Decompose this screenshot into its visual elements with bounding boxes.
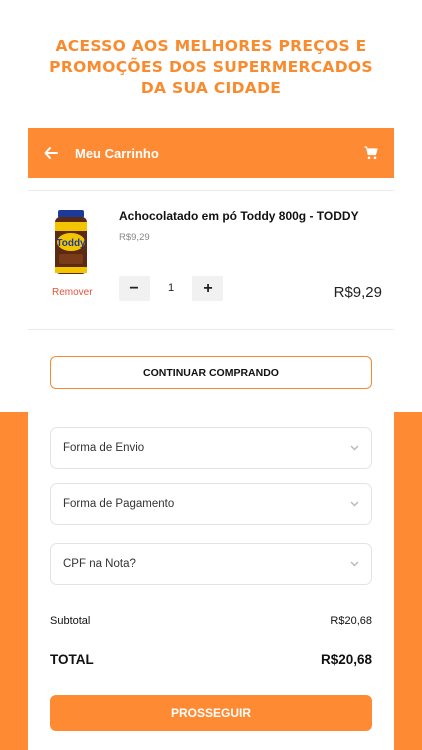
chevron-down-icon — [350, 501, 359, 507]
divider — [28, 329, 394, 330]
chevron-down-icon — [350, 561, 359, 567]
divider — [28, 190, 394, 191]
product-brand-logo: Toddy — [56, 238, 86, 249]
unit-price: R$9,29 — [119, 232, 150, 243]
quantity-stepper: − 1 + — [119, 276, 223, 301]
app-bar: Meu Carrinho — [28, 128, 394, 178]
cpf-select-label: CPF na Nota? — [63, 558, 136, 570]
item-total: R$9,29 — [333, 284, 382, 301]
cpf-select[interactable]: CPF na Nota? — [50, 543, 372, 585]
page-title: Meu Carrinho — [75, 146, 159, 161]
promo-headline: ACESSO AOS MELHORES PREÇOS E PROMOÇÕES D… — [0, 36, 422, 99]
proceed-button[interactable]: PROSSEGUIR — [50, 695, 372, 731]
product-name: Achocolatado em pó Toddy 800g - TODDY — [119, 209, 359, 223]
arrow-left-icon[interactable] — [44, 145, 58, 161]
payment-select[interactable]: Forma de Pagamento — [50, 483, 372, 525]
shipping-select-label: Forma de Envio — [63, 442, 145, 454]
remove-link[interactable]: Remover — [52, 287, 93, 298]
payment-select-label: Forma de Pagamento — [63, 498, 175, 510]
total-value: R$20,68 — [320, 652, 372, 667]
decrement-button[interactable]: − — [119, 276, 149, 301]
continue-shopping-button[interactable]: CONTINUAR COMPRANDO — [50, 356, 372, 389]
chevron-down-icon — [350, 445, 359, 451]
shopping-cart-icon[interactable] — [364, 146, 378, 160]
promo-line-1: ACESSO AOS MELHORES PREÇOS E — [55, 37, 367, 55]
cart-screen: Meu Carrinho Toddy Remover Achocolatado … — [28, 128, 394, 750]
shipping-select[interactable]: Forma de Envio — [50, 427, 372, 469]
total-label: TOTAL — [50, 652, 94, 667]
promo-line-3: DA SUA CIDADE — [140, 79, 282, 97]
subtotal-label: Subtotal — [50, 615, 91, 627]
increment-button[interactable]: + — [193, 276, 223, 301]
promo-line-2: PROMOÇÕES DOS SUPERMERCADOS — [49, 58, 373, 76]
subtotal-value: R$20,68 — [330, 615, 372, 627]
quantity-value[interactable]: 1 — [150, 276, 192, 301]
product-image: Toddy — [55, 210, 87, 274]
